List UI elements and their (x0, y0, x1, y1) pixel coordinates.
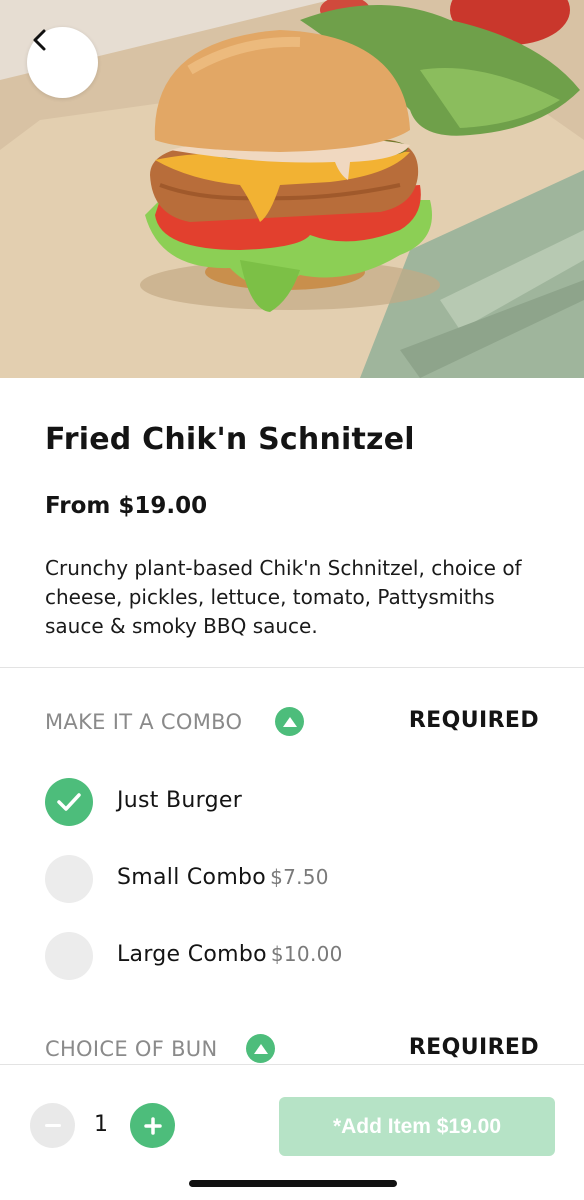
quantity-increase-button[interactable] (130, 1103, 175, 1148)
option-label: Just Burger (117, 788, 243, 813)
back-button[interactable] (27, 27, 98, 98)
collapse-toggle-icon[interactable] (246, 1034, 275, 1063)
divider (0, 667, 584, 668)
section-title: MAKE IT A COMBO (45, 710, 243, 734)
product-title: Fried Chik'n Schnitzel (45, 422, 415, 457)
section-header-combo[interactable]: MAKE IT A COMBO REQUIRED (45, 706, 539, 738)
quantity-decrease-button[interactable] (30, 1103, 75, 1148)
minus-icon (44, 1124, 61, 1127)
option-price: $10.00 (270, 942, 343, 966)
checkmark-icon (57, 793, 81, 811)
quantity-value: 1 (94, 1112, 108, 1137)
plus-icon (143, 1116, 162, 1135)
option-just-burger[interactable]: Just Burger (45, 778, 539, 826)
required-badge: REQUIRED (408, 1035, 539, 1060)
option-price: $7.50 (270, 865, 329, 889)
option-small-combo[interactable]: Small Combo $7.50 (45, 855, 539, 903)
triangle-up-icon (282, 716, 297, 727)
option-label: Large Combo $10.00 (117, 942, 343, 967)
collapse-toggle-icon[interactable] (275, 707, 304, 736)
option-label: Small Combo $7.50 (117, 865, 329, 890)
option-large-combo[interactable]: Large Combo $10.00 (45, 932, 539, 980)
chevron-left-icon (33, 29, 46, 51)
radio-unchecked[interactable] (45, 932, 93, 980)
triangle-up-icon (253, 1043, 268, 1054)
section-header-bun[interactable]: CHOICE OF BUN REQUIRED (45, 1033, 539, 1065)
add-item-button[interactable]: *Add Item $19.00 (279, 1097, 555, 1156)
product-description: Crunchy plant-based Chik'n Schnitzel, ch… (45, 556, 522, 638)
product-image (0, 0, 584, 378)
radio-unchecked[interactable] (45, 855, 93, 903)
bottom-bar: 1 *Add Item $19.00 (0, 1064, 584, 1200)
home-indicator (189, 1180, 397, 1187)
product-price: From $19.00 (45, 493, 208, 519)
radio-checked[interactable] (45, 778, 93, 826)
required-badge: REQUIRED (408, 708, 539, 733)
section-title: CHOICE OF BUN (45, 1037, 218, 1061)
